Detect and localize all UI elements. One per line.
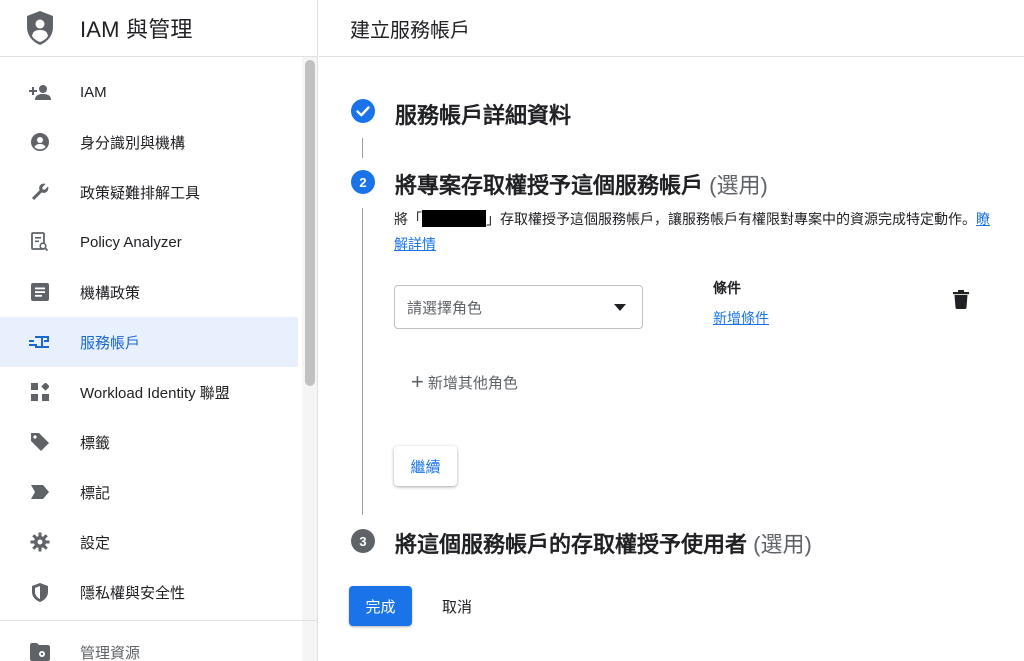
sidebar-item-privacy-security[interactable]: 隱私權與安全性 — [0, 567, 298, 617]
step2-optional: (選用) — [709, 173, 768, 198]
page-title: 建立服務帳戶 — [350, 19, 470, 42]
sidebar-item-label: 隱私權與安全性 — [80, 584, 186, 602]
redacted-project-name — [422, 210, 486, 227]
sidebar-item-policy-troubleshooter[interactable]: 政策疑難排解工具 — [0, 167, 298, 217]
sidebar-item-org-policies[interactable]: 機構政策 — [0, 267, 298, 317]
sidebar-item-label: 身分識別與機構 — [80, 134, 186, 152]
sidebar-item-manage-resources[interactable]: 管理資源 — [0, 627, 298, 661]
sidebar-item-identity-org[interactable]: 身分識別與機構 — [0, 117, 298, 167]
tag-icon — [28, 430, 52, 454]
sidebar-item-policy-analyzer[interactable]: Policy Analyzer — [0, 217, 298, 267]
desc-prefix: 將「 — [394, 211, 422, 227]
step-connector — [362, 138, 363, 158]
trash-icon[interactable] — [953, 290, 973, 314]
step3-title-text: 將這個服務帳戶的存取權授予使用者 — [395, 532, 748, 557]
service-account-icon — [28, 330, 52, 354]
add-condition-link[interactable]: 新增條件 — [713, 308, 769, 328]
sidebar-item-workload-identity[interactable]: Workload Identity 聯盟 — [0, 367, 298, 417]
list-box-icon — [28, 280, 52, 304]
shield-person-icon — [24, 9, 56, 47]
sidebar-divider — [0, 620, 317, 621]
sidebar-item-service-accounts[interactable]: 服務帳戶 — [0, 317, 298, 367]
caret-down-icon — [614, 304, 626, 311]
cancel-button[interactable]: 取消 — [431, 586, 483, 626]
person-add-icon — [28, 80, 52, 104]
plus-icon: + — [411, 369, 424, 394]
sidebar: IAM 與管理 IAM 身分識別與機構 政策疑難排解工具 Policy Anal… — [0, 0, 318, 661]
sidebar-item-settings[interactable]: 設定 — [0, 517, 298, 567]
folder-gear-icon — [28, 640, 52, 661]
step3-optional: (選用) — [753, 532, 812, 557]
desc-suffix: 」存取權授予這個服務帳戶，讓服務帳戶有權限對專案中的資源完成特定動作。 — [486, 211, 976, 227]
sidebar-nav: IAM 身分識別與機構 政策疑難排解工具 Policy Analyzer 機構政… — [0, 67, 298, 617]
step2-description: 將「 」存取權授予這個服務帳戶，讓服務帳戶有權限對專案中的資源完成特定動作。瞭解詳… — [394, 207, 994, 257]
sidebar-item-label: 標記 — [80, 484, 111, 502]
account-circle-icon — [28, 130, 52, 154]
sidebar-item-label: 管理資源 — [80, 644, 141, 661]
main-header: 建立服務帳戶 — [319, 0, 1024, 57]
gear-icon — [28, 530, 52, 554]
role-select-placeholder: 請選擇角色 — [407, 299, 483, 317]
add-role-label: 新增其他角色 — [427, 374, 518, 392]
sidebar-item-label: Workload Identity 聯盟 — [80, 384, 230, 402]
sidebar-item-tags[interactable]: 標籤 — [0, 417, 298, 467]
step3-number: 3 — [351, 529, 375, 553]
sidebar-item-label: 標籤 — [80, 434, 111, 452]
check-circle-icon — [351, 99, 375, 123]
sidebar-item-labels[interactable]: 標記 — [0, 467, 298, 517]
sidebar-item-label: Policy Analyzer — [80, 233, 182, 251]
step2-number: 2 — [351, 170, 375, 194]
sidebar-header: IAM 與管理 — [0, 0, 317, 57]
role-select[interactable]: 請選擇角色 — [394, 285, 643, 329]
condition-label: 條件 — [713, 280, 741, 296]
sidebar-item-label: IAM — [80, 83, 107, 101]
sidebar-item-label: 設定 — [80, 534, 111, 552]
done-button[interactable]: 完成 — [349, 586, 412, 626]
sidebar-item-iam[interactable]: IAM — [0, 67, 298, 117]
wrench-icon — [28, 180, 52, 204]
sidebar-item-label: 機構政策 — [80, 284, 141, 302]
sidebar-item-label: 服務帳戶 — [80, 334, 141, 352]
step2-connector — [362, 208, 363, 515]
workload-grid-icon — [28, 380, 52, 404]
step2-title-text: 將專案存取權授予這個服務帳戶 — [395, 173, 704, 198]
step2-title[interactable]: 將專案存取權授予這個服務帳戶 (選用) — [395, 168, 768, 200]
label-icon — [28, 480, 52, 504]
policy-search-icon — [28, 230, 52, 254]
continue-button[interactable]: 繼續 — [394, 446, 457, 486]
privacy-shield-icon — [28, 580, 52, 604]
step1-title[interactable]: 服務帳戶詳細資料 — [395, 98, 571, 130]
sidebar-item-label: 政策疑難排解工具 — [80, 184, 201, 202]
add-another-role-button[interactable]: + 新增其他角色 — [411, 369, 518, 395]
step3-title[interactable]: 將這個服務帳戶的存取權授予使用者 (選用) — [395, 527, 812, 559]
main-content: 建立服務帳戶 服務帳戶詳細資料 2 將專案存取權授予這個服務帳戶 (選用) 將「… — [319, 0, 1024, 661]
app-title: IAM 與管理 — [80, 17, 193, 42]
sidebar-scrollbar[interactable] — [305, 60, 315, 386]
